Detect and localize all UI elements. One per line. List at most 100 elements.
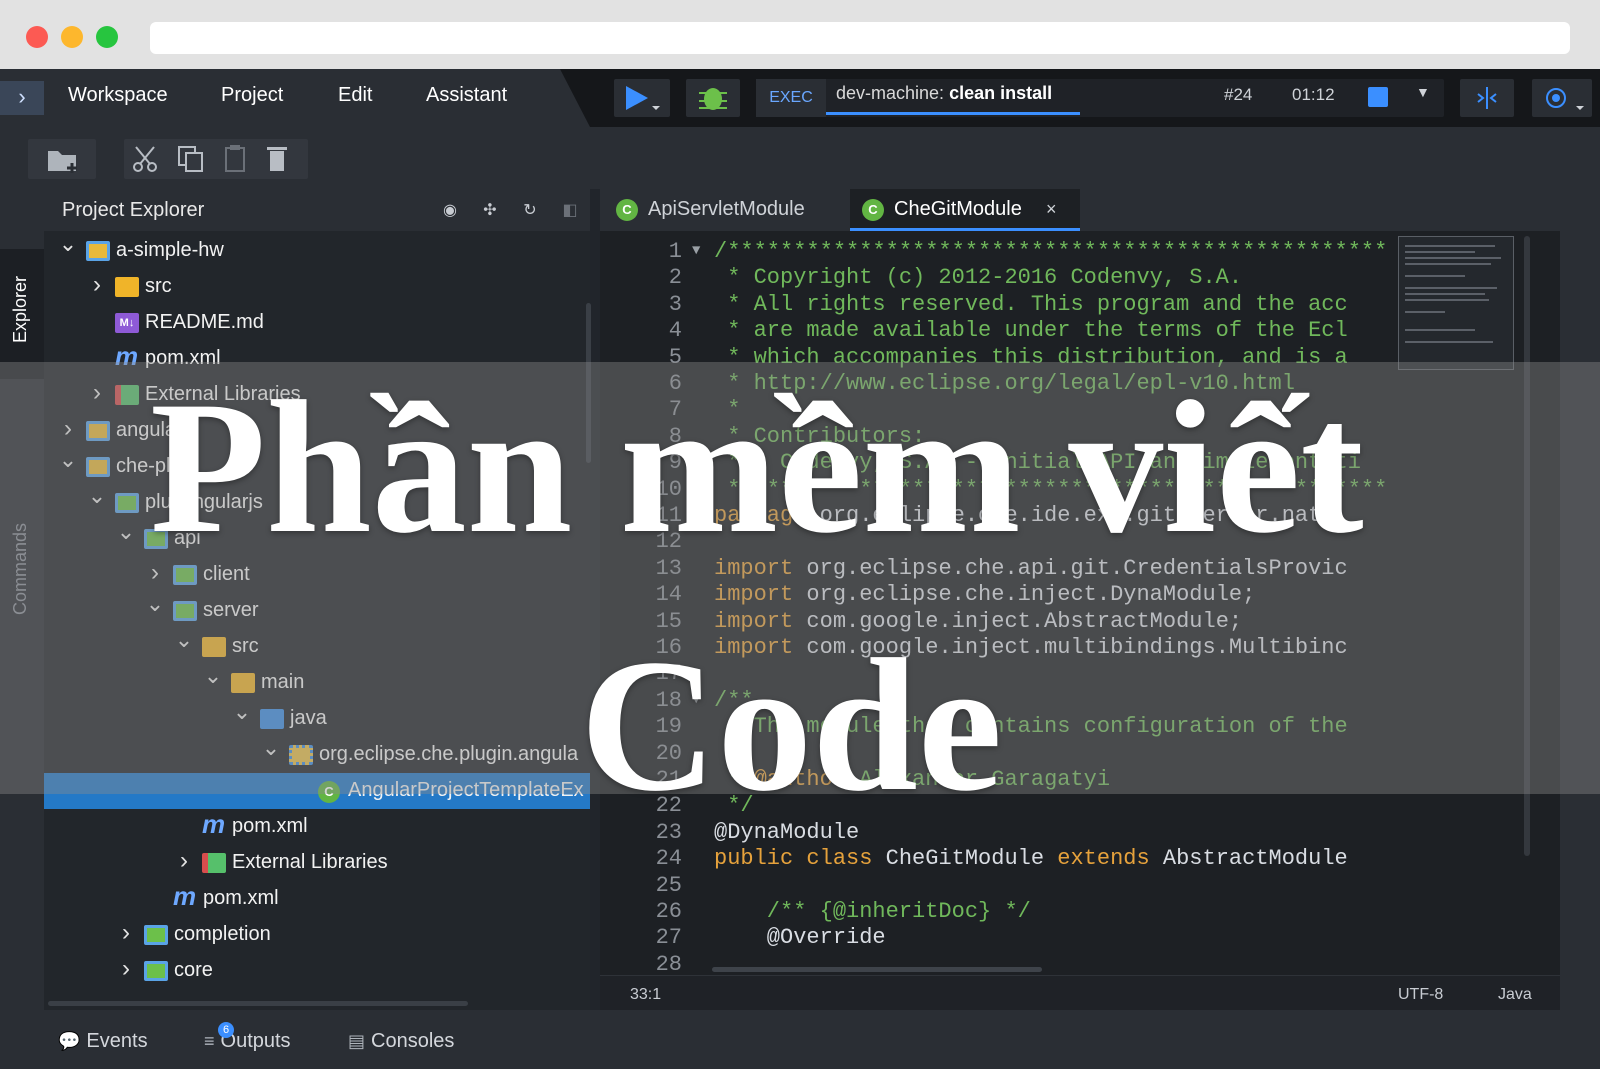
tab-outputs[interactable]: ≡ Outputs	[204, 1030, 291, 1053]
line-number: 25	[655, 872, 682, 898]
tab-consoles-label: Consoles	[371, 1030, 455, 1052]
code-token-plain: AbstractModule	[1149, 846, 1348, 872]
close-window-button[interactable]	[26, 26, 48, 48]
explorer-header: Project Explorer ◉ ✣ ↻ ◧	[44, 189, 590, 231]
menu-project[interactable]: Project	[221, 84, 283, 107]
file-language: Java	[1498, 986, 1532, 1003]
play-icon	[626, 86, 660, 110]
code-line: 27 @Override	[600, 925, 1390, 951]
line-number: 3	[668, 291, 682, 317]
code-token-anno: @Override	[714, 925, 886, 951]
chat-icon: 💬	[58, 1031, 81, 1051]
tree-item[interactable]: ⌄ a-simple-hw	[44, 231, 590, 269]
chevron-right-icon[interactable]: ›	[116, 955, 136, 983]
code-token-plain: CheGitModule	[872, 846, 1058, 872]
status-bar: 33:1 UTF-8 Java	[600, 975, 1560, 1015]
code-token-comment: * All rights reserved. This program and …	[714, 291, 1348, 317]
code-token-comment: /** {@inheritDoc} */	[714, 899, 1031, 924]
profile-button[interactable]	[1532, 79, 1592, 117]
code-token-comment: /***************************************…	[714, 239, 1388, 264]
editor-horizontal-scrollbar[interactable]	[712, 967, 1042, 972]
class-icon: C	[616, 199, 638, 221]
exec-elapsed-time: 01:12	[1292, 85, 1335, 104]
collapse-all-icon[interactable]: ✣	[480, 201, 500, 221]
explorer-horizontal-scrollbar[interactable]	[48, 1001, 468, 1006]
bottom-panel-tabs: 💬 Events ≡ Outputs 6 ▤ Consoles	[44, 1010, 1560, 1069]
fold-arrow-icon[interactable]: ▼	[692, 243, 700, 259]
debug-button[interactable]	[686, 79, 740, 117]
code-token-keyword: public class	[714, 846, 873, 872]
tree-item-label: pom.xml	[203, 887, 279, 909]
terminal-icon: ▤	[348, 1031, 366, 1051]
tree-item[interactable]: › src	[44, 269, 590, 305]
target-icon	[1546, 88, 1584, 110]
minimap[interactable]	[1398, 236, 1514, 370]
edit-tools	[124, 139, 308, 179]
tree-item-label: core	[174, 959, 213, 981]
tab-explorer[interactable]: Explorer	[10, 276, 31, 343]
close-icon[interactable]: ×	[1046, 199, 1057, 220]
code-line: 1 ▼ /*************************************…	[600, 239, 1390, 265]
chevron-right-icon[interactable]: ›	[87, 271, 107, 299]
menu-workspace[interactable]: Workspace	[68, 84, 168, 107]
code-token-keyword: extends	[1057, 846, 1150, 872]
exec-machine: dev-machine:	[836, 83, 945, 103]
tab-api-servlet-module[interactable]: C ApiServletModule	[606, 189, 846, 231]
copy-icon[interactable]	[178, 146, 203, 172]
minimize-window-button[interactable]	[61, 26, 83, 48]
chevron-down-icon[interactable]: ⌄	[58, 231, 78, 257]
tab-consoles[interactable]: ▤ Consoles	[348, 1030, 454, 1053]
locate-icon[interactable]: ◉	[440, 201, 460, 221]
overlay-title-line-2: Code	[580, 621, 1003, 831]
bug-icon	[699, 88, 727, 110]
edit-tools-icons	[133, 145, 287, 172]
chevron-right-icon[interactable]: ›	[116, 919, 136, 947]
address-bar[interactable]	[150, 22, 1570, 54]
explorer-title: Project Explorer	[62, 199, 205, 221]
cut-icon[interactable]	[133, 146, 157, 172]
line-number: 1	[668, 239, 682, 264]
menu-edit[interactable]: Edit	[338, 84, 372, 107]
line-number: 24	[655, 846, 682, 872]
outputs-badge: 6	[218, 1022, 234, 1038]
tree-item[interactable]: › External Libraries	[44, 845, 590, 881]
tree-item-label: a-simple-hw	[116, 239, 224, 261]
chevron-right-icon[interactable]: ›	[174, 847, 194, 875]
tree-item[interactable]: M↓ README.md	[44, 305, 590, 341]
new-folder-button[interactable]	[28, 139, 96, 179]
maven-icon: m	[173, 881, 197, 911]
tree-item[interactable]: › completion	[44, 917, 590, 953]
stop-icon[interactable]	[1368, 87, 1388, 107]
line-number: 27	[655, 925, 682, 951]
tree-item[interactable]: m pom.xml	[44, 809, 590, 845]
editor-tabs: C ApiServletModule C CheGitModule ×	[600, 189, 1560, 231]
split-button[interactable]	[1460, 79, 1514, 117]
toggle-panel-button[interactable]: ›	[0, 81, 44, 115]
maximize-window-button[interactable]	[96, 26, 118, 48]
refresh-icon[interactable]: ↻	[520, 201, 540, 221]
module-icon	[144, 925, 168, 945]
tab-events[interactable]: 💬 Events	[58, 1030, 148, 1053]
folder-icon	[115, 277, 139, 297]
paste-icon[interactable]	[225, 145, 245, 172]
exec-command-name: clean install	[949, 83, 1053, 103]
exec-command[interactable]: dev-machine: clean install	[836, 83, 1052, 104]
chevron-down-icon[interactable]: ▼	[1416, 84, 1430, 100]
add-folder-icon	[48, 151, 77, 173]
code-text: * All rights reserved. This program and …	[714, 292, 1388, 317]
tab-label: ApiServletModule	[648, 198, 805, 220]
tree-item[interactable]: m pom.xml	[44, 881, 590, 917]
run-button[interactable]	[614, 79, 670, 117]
code-line: 28	[600, 952, 1390, 978]
tree-item-label: src	[145, 275, 172, 297]
delete-icon[interactable]	[267, 147, 287, 171]
code-line: 26 /** {@inheritDoc} */	[600, 899, 1390, 925]
code-text: * Copyright (c) 2012-2016 Codenvy, S.A.	[714, 265, 1388, 290]
menu-assistant[interactable]: Assistant	[426, 84, 507, 107]
tab-che-git-module[interactable]: C CheGitModule ×	[850, 189, 1080, 231]
line-number: 2	[668, 265, 682, 291]
line-number: 26	[655, 899, 682, 924]
tree-item[interactable]: › core	[44, 953, 590, 989]
folder-module-icon	[86, 241, 110, 261]
minimize-panel-icon[interactable]: ◧	[560, 201, 580, 221]
